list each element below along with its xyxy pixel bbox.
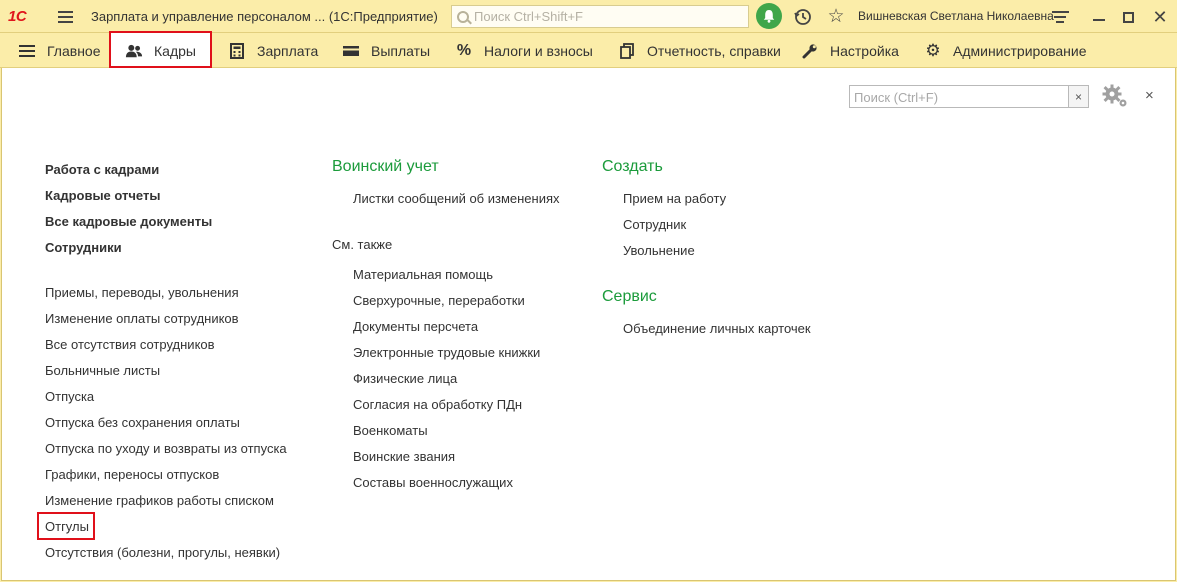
wrench-icon xyxy=(801,42,819,60)
panel-search-input[interactable]: Поиск (Ctrl+F) xyxy=(849,85,1069,108)
link-hr-reports[interactable]: Кадровые отчеты xyxy=(45,188,160,203)
section-salary[interactable]: Зарплата xyxy=(228,33,318,68)
section-label: Отчетность, справки xyxy=(647,42,781,59)
section-label: Кадры xyxy=(154,42,196,59)
section-settings[interactable]: Настройка xyxy=(801,33,899,68)
group-title-military: Воинский учет xyxy=(332,158,439,175)
user-name[interactable]: Вишневская Светлана Николаевна xyxy=(858,9,1054,23)
link-create-employee[interactable]: Сотрудник xyxy=(623,217,686,232)
documents-icon xyxy=(618,42,636,60)
sections-panel: Главное Кадры Зарплата Выплаты % Налоги … xyxy=(0,31,1177,68)
close-panel-button[interactable]: × xyxy=(1145,87,1154,104)
section-label: Главное xyxy=(47,42,101,59)
link-schedule-changes[interactable]: Изменение графиков работы списком xyxy=(45,493,274,508)
link-material-aid[interactable]: Материальная помощь xyxy=(353,267,493,282)
link-absences[interactable]: Отсутствия (болезни, прогулы, неявки) xyxy=(45,545,280,560)
link-individuals[interactable]: Физические лица xyxy=(353,371,457,386)
section-label: Настройка xyxy=(830,42,899,59)
link-pay-changes[interactable]: Изменение оплаты сотрудников xyxy=(45,311,239,326)
group-title-service: Сервис xyxy=(602,288,657,305)
close-window-icon[interactable]: ✕ xyxy=(1150,7,1170,27)
link-parental-leave[interactable]: Отпуска по уходу и возвраты из отпуска xyxy=(45,441,287,456)
settings-menu-icon[interactable] xyxy=(1051,9,1069,25)
section-payments[interactable]: Выплаты xyxy=(342,33,430,68)
clear-search-button[interactable]: × xyxy=(1068,85,1089,108)
link-employees[interactable]: Сотрудники xyxy=(45,240,122,255)
link-hire-transfer-dismissal[interactable]: Приемы, переводы, увольнения xyxy=(45,285,239,300)
section-label: Выплаты xyxy=(371,42,431,59)
link-e-workbooks[interactable]: Электронные трудовые книжки xyxy=(353,345,540,360)
see-also-label: См. также xyxy=(332,237,393,252)
link-military-ranks[interactable]: Воинские звания xyxy=(353,449,455,464)
panel-settings-gear-icon[interactable] xyxy=(1100,83,1130,109)
link-hr-work[interactable]: Работа с кадрами xyxy=(45,162,159,177)
section-main[interactable]: Главное xyxy=(18,33,101,68)
link-all-hr-documents[interactable]: Все кадровые документы xyxy=(45,214,212,229)
gear-icon: ⚙ xyxy=(925,40,941,60)
link-create-hire[interactable]: Прием на работу xyxy=(623,191,726,206)
maximize-icon[interactable] xyxy=(1118,7,1138,27)
link-military-compositions[interactable]: Составы военнослужащих xyxy=(353,475,513,490)
link-merge-cards[interactable]: Объединение личных карточек xyxy=(623,321,811,336)
section-label: Зарплата xyxy=(257,42,319,59)
link-time-off[interactable]: Отгулы xyxy=(45,519,89,534)
history-icon[interactable] xyxy=(793,7,813,27)
calculator-icon xyxy=(228,42,246,60)
link-vacation-schedules[interactable]: Графики, переносы отпусков xyxy=(45,467,219,482)
bell-icon[interactable] xyxy=(756,3,782,29)
people-icon xyxy=(125,42,143,60)
panel-search-placeholder: Поиск (Ctrl+F) xyxy=(854,90,939,105)
main-menu-icon[interactable] xyxy=(54,8,76,26)
link-vacations[interactable]: Отпуска xyxy=(45,389,94,404)
app-logo: 1С xyxy=(8,8,27,25)
global-search-placeholder: Поиск Ctrl+Shift+F xyxy=(474,9,583,24)
link-unpaid-vacations[interactable]: Отпуска без сохранения оплаты xyxy=(45,415,240,430)
search-icon xyxy=(457,10,469,23)
section-hr[interactable]: Кадры xyxy=(111,33,210,68)
link-sick-leaves[interactable]: Больничные листы xyxy=(45,363,160,378)
section-reports[interactable]: Отчетность, справки xyxy=(618,33,781,68)
link-military-offices[interactable]: Военкоматы xyxy=(353,423,428,438)
link-change-notices[interactable]: Листки сообщений об изменениях xyxy=(353,191,560,206)
link-recalc-documents[interactable]: Документы персчета xyxy=(353,319,478,334)
link-overtime[interactable]: Сверхурочные, переработки xyxy=(353,293,525,308)
menu-icon xyxy=(18,42,36,60)
minimize-icon[interactable] xyxy=(1089,7,1109,27)
favorites-star-icon[interactable]: ☆ xyxy=(826,6,846,27)
link-data-consents[interactable]: Согласия на обработку ПДн xyxy=(353,397,522,412)
app-title: Зарплата и управление персоналом ... (1С… xyxy=(91,9,438,24)
title-bar: 1С Зарплата и управление персоналом ... … xyxy=(0,0,1177,33)
global-search-input[interactable]: Поиск Ctrl+Shift+F xyxy=(451,5,749,28)
group-title-create: Создать xyxy=(602,158,663,175)
link-create-dismissal[interactable]: Увольнение xyxy=(623,243,695,258)
link-all-absences[interactable]: Все отсутствия сотрудников xyxy=(45,337,215,352)
section-admin[interactable]: ⚙ Администрирование xyxy=(924,33,1087,68)
section-taxes[interactable]: % Налоги и взносы xyxy=(455,33,593,68)
section-panel: Поиск (Ctrl+F) × × Работа с кадрами Кадр… xyxy=(1,68,1176,581)
wallet-icon xyxy=(342,42,360,60)
percent-icon: % xyxy=(456,41,472,59)
section-label: Налоги и взносы xyxy=(484,42,593,59)
section-label: Администрирование xyxy=(953,42,1087,59)
